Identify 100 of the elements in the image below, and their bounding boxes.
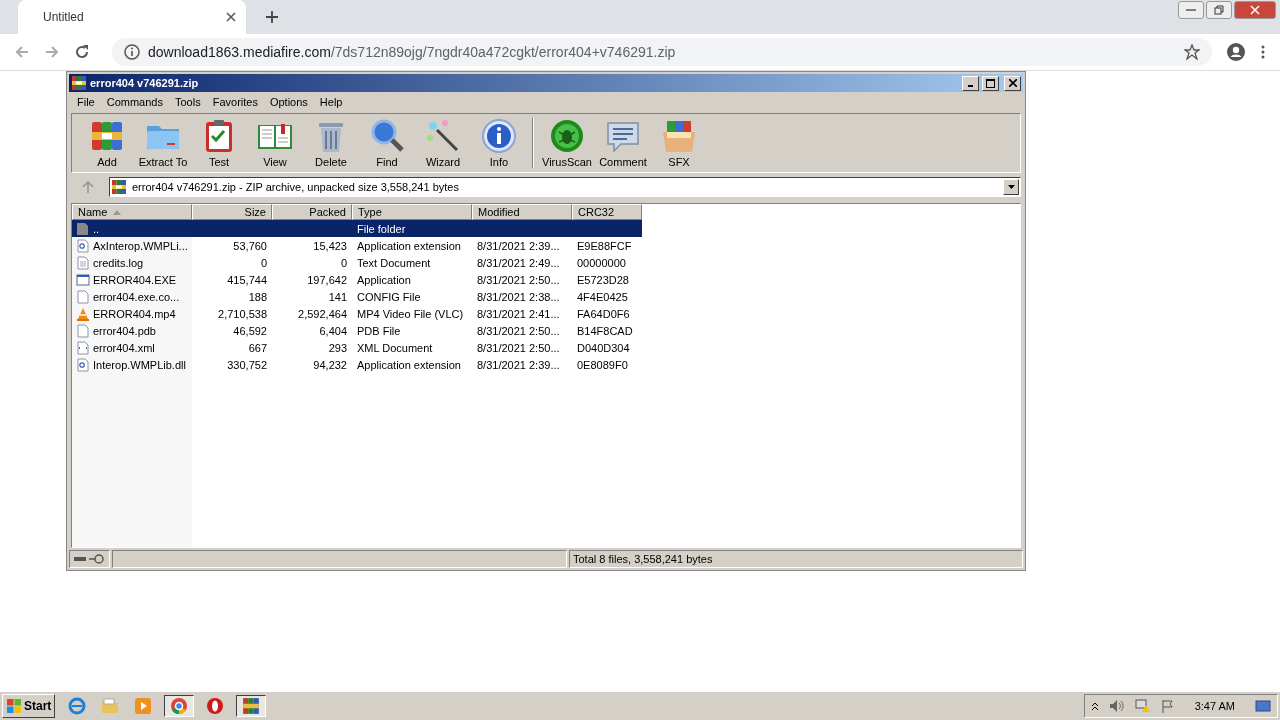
table-cell: 293: [328, 341, 347, 354]
new-tab-icon[interactable]: [265, 10, 279, 24]
account-icon[interactable]: [1226, 42, 1246, 62]
file-row[interactable]: error404.pdb 46,592 6,404 PDB File 8/31/2021 2:50... B14F8CAD: [72, 322, 1020, 339]
url-text: download1863.mediafire.com/7ds712n89ojg/7ngdr40a472cgkt/error404+v746291.zip: [148, 44, 677, 60]
table-cell: XML Document: [357, 341, 433, 354]
toolbar-button[interactable]: Extract To: [138, 118, 188, 168]
column-header[interactable]: Modified: [472, 204, 572, 220]
table-cell: 667: [248, 341, 267, 354]
column-header[interactable]: CRC32: [572, 204, 642, 220]
browser-icon[interactable]: [68, 697, 87, 715]
table-cell: error404.xml: [93, 341, 155, 354]
path-field[interactable]: error404 v746291.zip - ZIP archive, unpacked size 3,558,241 bytes: [109, 177, 1021, 197]
windows-logo-icon: [6, 698, 22, 714]
file-row[interactable]: .. File folder: [72, 220, 642, 237]
close-icon: [1250, 5, 1260, 15]
menu-item[interactable]: Tools: [169, 95, 207, 108]
table-cell: 2,710,538: [218, 307, 267, 320]
magic-wand-icon: [425, 118, 461, 154]
table-cell: credits.log: [93, 256, 144, 269]
table-cell: 415,744: [227, 273, 267, 286]
toolbar-button[interactable]: SFX: [654, 118, 704, 168]
chrome-icon[interactable]: [170, 697, 189, 715]
toolbar-button[interactable]: VirusScan: [542, 118, 592, 168]
window-icon: [76, 272, 90, 287]
archive-icon[interactable]: [242, 697, 261, 715]
table-cell: ..: [93, 222, 100, 235]
file-row[interactable]: error404.xml 667 293 XML Document 8/31/2021 2:50... D040D304: [72, 339, 1020, 356]
table-cell: 94,232: [313, 358, 347, 371]
table-cell: 46,592: [233, 324, 267, 337]
traffic-cone-icon: [76, 306, 90, 321]
file-row[interactable]: AxInterop.WMPLi... 53,760 15,423 Application extension 8/31/2021 2:39... E9E88FCF: [72, 237, 1020, 254]
table-cell: AxInterop.WMPLi...: [93, 239, 188, 252]
table-cell: 8/31/2021 2:50...: [477, 273, 560, 286]
browser-tab[interactable]: Untitled: [18, 0, 246, 34]
sort-arrow-icon: [113, 209, 122, 215]
menu-item[interactable]: File: [71, 95, 101, 108]
column-header[interactable]: Type: [352, 204, 472, 220]
opera-icon[interactable]: [206, 697, 225, 715]
maximize-button[interactable]: [982, 75, 999, 91]
drive-key-icon: [73, 554, 105, 564]
toolbar-button[interactable]: Test: [194, 118, 244, 168]
magnifier-icon: [369, 118, 405, 154]
table-cell: Application extension: [357, 358, 461, 371]
menu-icon[interactable]: [1260, 44, 1266, 60]
close-icon[interactable]: [226, 12, 236, 22]
table-cell: 6,404: [319, 324, 347, 337]
menu-item[interactable]: Help: [313, 95, 349, 108]
archive-icon: [71, 75, 87, 91]
file-row[interactable]: error404.exe.co... 188 141 CONFIG File 8/31/2021 2:38... 4F4E0425: [72, 288, 1020, 305]
star-icon[interactable]: [1184, 44, 1200, 60]
table-cell: Application: [357, 273, 411, 286]
chevron-up-icon[interactable]: [1090, 701, 1099, 711]
menu-item[interactable]: Favorites: [206, 95, 264, 108]
start-button[interactable]: Start: [2, 694, 56, 718]
toolbar-button[interactable]: Delete: [306, 118, 356, 168]
toolbar-button[interactable]: Info: [474, 118, 524, 168]
table-cell: 8/31/2021 2:49...: [477, 256, 560, 269]
file-row[interactable]: ERROR404.EXE 415,744 197,642 Application 8/31/2021 2:50... E5723D28: [72, 271, 1020, 288]
dropdown-button[interactable]: [1003, 179, 1019, 195]
table-cell: ERROR404.EXE: [93, 273, 177, 286]
table-cell: D040D304: [577, 341, 630, 354]
table-cell: 197,642: [307, 273, 347, 286]
column-header[interactable]: Name: [72, 204, 192, 220]
tab-title: Untitled: [43, 10, 85, 24]
gear-file-icon: [76, 238, 90, 253]
table-cell: error404.pdb: [93, 324, 156, 337]
table-cell: ERROR404.mp4: [93, 307, 176, 320]
table-cell: 00000000: [577, 256, 626, 269]
column-header[interactable]: Size: [192, 204, 272, 220]
toolbar-button[interactable]: Wizard: [418, 118, 468, 168]
table-cell: 0: [340, 256, 347, 269]
table-cell: 330,752: [227, 358, 267, 371]
table-cell: 141: [328, 290, 347, 303]
file-row[interactable]: credits.log 0 0 Text Document 8/31/2021 2:49... 00000000: [72, 254, 1020, 271]
toolbar-button[interactable]: Add: [82, 118, 132, 168]
status-text: Total 8 files, 3,558,241 bytes: [573, 553, 713, 565]
column-header[interactable]: Packed: [272, 204, 352, 220]
restore-button[interactable]: [1206, 1, 1232, 19]
table-cell: 2,592,464: [298, 307, 347, 320]
file-row[interactable]: ERROR404.mp4 2,710,538 2,592,464 MP4 Video File (VLC) 8/31/2021 2:41... FA64D0F6: [72, 305, 1020, 322]
address-bar[interactable]: download1863.mediafire.com/7ds712n89ojg/7ngdr40a472cgkt/error404+v746291.zip: [112, 38, 1212, 66]
restore-icon: [1214, 5, 1224, 15]
speaker-icon[interactable]: [1108, 699, 1125, 713]
menu-item[interactable]: Commands: [100, 95, 169, 108]
table-cell: 8/31/2021 2:39...: [477, 358, 560, 371]
table-cell: 188: [248, 290, 267, 303]
table-cell: 53,760: [233, 239, 267, 252]
flag-icon[interactable]: [1160, 699, 1175, 713]
menu-item[interactable]: Options: [263, 95, 314, 108]
toolbar-button[interactable]: View: [250, 118, 300, 168]
table-cell: CONFIG File: [357, 290, 421, 303]
toolbar-button[interactable]: Comment: [598, 118, 648, 168]
table-cell: 0E8089F0: [577, 358, 628, 371]
file-row[interactable]: Interop.WMPLib.dll 330,752 94,232 Application extension 8/31/2021 2:39... 0E8089F0: [72, 356, 1020, 373]
file-icon: [76, 289, 90, 304]
toolbar-button[interactable]: Find: [362, 118, 412, 168]
gear-file-icon: [76, 357, 90, 372]
table-cell: Application extension: [357, 239, 461, 252]
reload-icon[interactable]: [74, 44, 90, 60]
